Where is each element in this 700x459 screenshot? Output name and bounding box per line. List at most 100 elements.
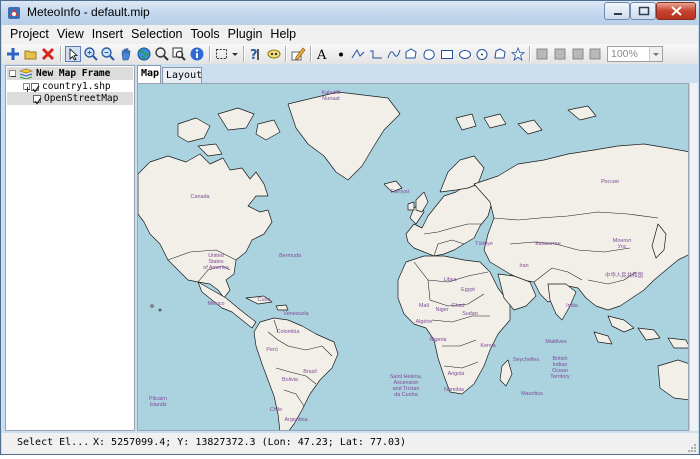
expand-icon[interactable] [23,83,30,92]
curve-icon[interactable] [386,46,402,62]
map-label: Egypt [461,287,475,293]
main-window: MeteoInfo - default.mip Project View Ins… [0,0,700,455]
polygon-icon[interactable] [403,46,419,62]
map-label: Chile [269,407,283,413]
menu-help[interactable]: Help [266,25,300,44]
zoom-out-icon[interactable] [100,46,116,62]
map-label: Angola [447,371,465,377]
layer-checkbox[interactable] [31,82,40,93]
star-icon[interactable] [510,46,526,62]
select-elements-icon[interactable] [65,46,82,62]
tab-map[interactable]: Map [137,65,161,84]
tab-layout[interactable]: Layout [162,67,202,84]
layer-name: OpenStreetMap [44,93,119,104]
map-label: Mauritius [521,391,543,397]
layout-zoom-out-icon[interactable] [587,46,603,62]
menu-plugin[interactable]: Plugin [224,25,267,44]
map-label: Namibia [444,387,464,393]
zoom-to-layer-icon[interactable] [154,46,170,62]
circle-icon[interactable] [474,46,490,62]
identify-icon[interactable] [189,46,205,62]
svg-text:?: ? [250,48,258,62]
map-label: Niger [435,307,449,313]
open-project-icon[interactable] [23,46,39,62]
remove-layer-icon[interactable] [40,46,56,62]
window-title: MeteoInfo - default.mip [27,5,150,19]
menu-insert[interactable]: Insert [88,25,127,44]
map-label: British Indian Ocean Territory [550,356,570,380]
view-tabs: Map Layout [137,65,697,84]
layer-name: country1.shp [42,81,111,92]
layer-checkbox[interactable] [33,94,42,105]
toolbar: ? A 100% [2,44,698,64]
map-label: Kalaallit Nunaat [321,90,341,102]
map-label: Brasil [303,369,317,375]
layout-align-icon[interactable] [534,46,550,62]
toolbar-separator [285,46,288,62]
text-icon[interactable]: A [315,46,331,62]
title-bar[interactable]: MeteoInfo - default.mip [1,1,699,25]
menu-view[interactable]: View [53,25,88,44]
layout-page-icon[interactable] [552,46,568,62]
map-label: Cuba [257,297,271,303]
map-label: Iran [519,263,529,269]
map-frame-node[interactable]: New Map Frame [7,67,133,80]
map-label: Монгол Улс [612,238,632,250]
layout-zoom-in-icon[interactable] [570,46,586,62]
map-label: United States of America [203,253,229,271]
toolbar-separator [529,46,532,62]
full-extent-icon[interactable] [136,46,152,62]
closed-curve-icon[interactable] [421,46,437,62]
menu-selection[interactable]: Selection [127,25,186,44]
map-frame-icon [19,68,33,80]
map-label: Kenya [480,343,496,349]
minimize-button[interactable] [604,2,630,20]
map-label: Seychelles [512,357,540,363]
status-bar: Select El... X: 5257099.4; Y: 13827372.3… [2,433,698,454]
freehand-icon[interactable] [368,46,384,62]
map-vertical-scrollbar[interactable] [689,83,698,431]
toolbar-separator [208,46,211,62]
map-canvas[interactable]: Kalaallit Nunaat Canada United States of… [137,83,689,431]
shape-icon[interactable] [492,46,508,62]
menu-tools[interactable]: Tools [186,25,223,44]
edit-icon[interactable] [290,46,306,62]
map-label: Argentina [284,417,308,423]
maximize-button[interactable] [630,2,656,20]
map-label: Chad [451,303,465,309]
map-label: Pitcairn Islands [149,396,167,408]
meteoinfo-app-icon[interactable] [7,6,21,20]
map-label: Colombia [276,329,300,335]
mask-icon[interactable] [266,46,282,62]
zoom-to-selection-icon[interactable] [171,46,187,62]
menu-project[interactable]: Project [6,25,53,44]
map-label: Libya [443,277,457,283]
zoom-in-icon[interactable] [83,46,99,62]
layer-item[interactable]: OpenStreetMap [7,92,133,105]
chevron-down-icon[interactable] [649,47,662,61]
ellipse-icon[interactable] [457,46,473,62]
menu-bar: Project View Insert Selection Tools Plug… [2,25,698,44]
map-label: Россия [601,179,619,185]
close-button[interactable] [656,2,696,20]
map-label: Mali [419,303,429,309]
map-label: Saint Helena, Ascension and Tristan da C… [389,374,423,398]
dropdown-icon[interactable] [231,46,239,62]
toolbar-separator [60,46,63,62]
add-layer-icon[interactable] [5,46,21,62]
rectangle-icon[interactable] [439,46,455,62]
map-label: Sudan [462,311,478,317]
resize-grip-icon[interactable] [687,443,697,453]
measure-icon[interactable]: ? [248,46,264,62]
map-label: Canada [190,194,210,200]
zoom-combo[interactable]: 100% [607,46,663,62]
select-box-icon[interactable] [214,46,230,62]
map-frame-label: New Map Frame [36,68,111,79]
zoom-value: 100% [611,48,638,60]
collapse-icon[interactable] [9,70,16,77]
pan-icon[interactable] [118,46,134,62]
point-icon[interactable] [333,46,349,62]
polyline-icon[interactable] [350,46,366,62]
map-label: Perú [266,347,278,353]
map-label: Nigeria [429,337,447,343]
